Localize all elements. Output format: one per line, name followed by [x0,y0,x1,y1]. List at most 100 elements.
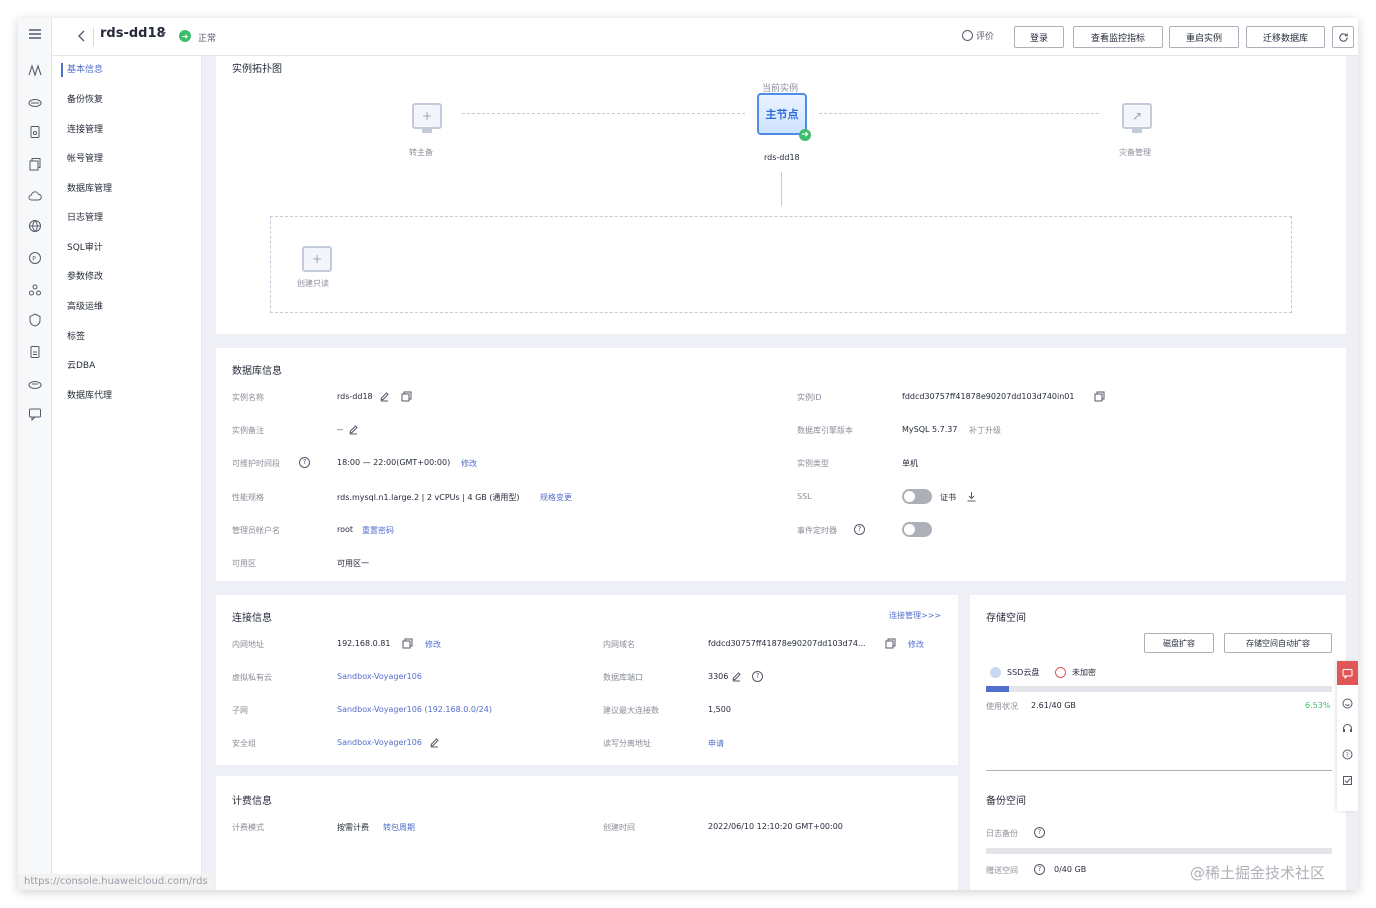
globe-icon[interactable] [25,216,45,236]
menu-icon[interactable] [25,24,45,44]
help-icon[interactable]: ? [752,671,763,682]
copy-service-icon[interactable] [25,154,45,174]
svg-text:P: P [32,255,36,262]
edit-ip-link[interactable]: 修改 [425,639,441,650]
primary-node-label: 主节点 [765,108,799,121]
sidebar-item-basic-info[interactable]: 基本信息 [67,63,103,77]
primary-node[interactable]: 主节点 [757,93,807,135]
apply-rw-split-link[interactable]: 申请 [708,738,724,749]
copy-icon[interactable] [401,391,412,402]
sidebar-item-sql-audit[interactable]: SQL审计 [67,241,103,255]
maintenance-window-label: 可维护时间段 [232,459,280,468]
edit-icon[interactable] [348,424,359,435]
free-space-label: 赠送空间 [986,866,1018,875]
edit-maintenance-link[interactable]: 修改 [461,458,477,469]
to-yearly-monthly-link[interactable]: 转包周期 [383,822,415,833]
checklist-icon[interactable] [1342,775,1353,786]
copy-icon[interactable] [1094,391,1105,402]
migrate-db-button[interactable]: 迁移数据库 [1246,26,1325,48]
edit-icon[interactable] [429,737,440,748]
login-button[interactable]: 登录 [1014,26,1064,48]
dashboard-icon[interactable] [25,60,45,80]
sidebar-item-connection[interactable]: 连接管理 [67,123,103,137]
subnet-label: 子网 [232,706,248,715]
view-metrics-button[interactable]: 查看监控指标 [1073,26,1163,48]
readonly-zone [270,216,1292,313]
instance-type-value: 单机 [902,459,918,468]
status-running-icon: ➜ [179,30,191,42]
sidebar-item-db-proxy[interactable]: 数据库代理 [67,389,112,403]
download-icon[interactable] [966,491,977,502]
sidebar-item-databases[interactable]: 数据库管理 [67,182,112,196]
edit-icon[interactable] [731,671,742,682]
reset-password-link[interactable]: 重置密码 [362,525,394,536]
patch-upgrade-link[interactable]: 补丁升级 [969,425,1001,436]
private-ip-label: 内网地址 [232,640,264,649]
event-scheduler-toggle[interactable] [902,522,932,537]
message-icon[interactable] [25,404,45,424]
reboot-button[interactable]: 重启实例 [1169,26,1239,48]
max-connections-value: 1,500 [708,705,731,714]
sidebar-item-cloud-dba[interactable]: 云DBA [67,359,95,373]
rate-button[interactable]: 评价 [962,29,994,42]
smiley-icon[interactable] [1342,698,1353,709]
connection-management-link[interactable]: 连接管理>>> [889,610,941,621]
subnet-link[interactable]: Sandbox-Voyager106 (192.168.0.0/24) [337,705,492,714]
rate-label: 评价 [976,32,995,42]
billing-mode-label: 计费模式 [232,823,264,832]
db-port-label: 数据库端口 [603,673,643,682]
topology-title: 实例拓扑图 [232,64,282,75]
encryption-status: 未加密 [1072,668,1096,677]
cloud-icon[interactable] [25,186,45,206]
security-group-link[interactable]: Sandbox-Voyager106 [337,738,422,747]
cloud-server-icon[interactable] [25,92,45,112]
storage-panel: 存储空间 磁盘扩容 存储空间自动扩容 SSD云盘 未加密 使用状况 2.61/4… [970,595,1346,890]
copy-icon[interactable] [885,638,896,649]
help-icon[interactable]: ? [299,457,310,468]
create-readonly-node[interactable]: + [302,246,332,272]
security-icon[interactable] [25,310,45,330]
copy-icon[interactable] [402,638,413,649]
ssl-toggle[interactable] [902,489,932,504]
edit-domain-link[interactable]: 修改 [908,639,924,650]
change-spec-link[interactable]: 规格变更 [540,492,572,503]
status-text: 正常 [198,34,217,44]
vpc-link[interactable]: Sandbox-Voyager106 [337,672,422,681]
sidebar-item-tags[interactable]: 标签 [67,330,85,344]
sidebar-item-logs[interactable]: 日志管理 [67,211,103,225]
sidebar-item-backup[interactable]: 备份恢复 [67,93,103,107]
refresh-button[interactable] [1332,26,1354,48]
billing-mode-value: 按需计费 [337,823,369,832]
add-standby-node[interactable]: + [412,103,442,129]
document-icon[interactable] [25,342,45,362]
edit-icon[interactable] [379,391,390,402]
help-icon[interactable]: ? [1034,864,1045,875]
feedback-button[interactable] [1337,661,1358,685]
help-icon[interactable]: ? [1034,827,1045,838]
auto-expand-button[interactable]: 存储空间自动扩容 [1224,633,1332,653]
topology-link-right [819,113,1099,114]
back-icon[interactable] [74,28,90,44]
sidebar-item-accounts[interactable]: 帐号管理 [67,152,103,166]
side-nav: 基本信息 备份恢复 连接管理 帐号管理 数据库管理 日志管理 SQL审计 参数修… [52,56,202,890]
database-icon[interactable] [25,374,45,394]
ip-icon[interactable]: P [25,248,45,268]
node-stand [1132,129,1142,133]
topology-link-down [781,172,782,206]
storage-usage-fill [986,686,1009,692]
dr-node[interactable]: ↗ [1122,103,1152,129]
sidebar-item-parameters[interactable]: 参数修改 [67,270,103,284]
private-ip-value: 192.168.0.81 [337,639,391,648]
top-bar: rds-dd18 ➜ 正常 评价 登录 查看监控指标 重启实例 迁移数据库 [52,18,1358,56]
disk-expand-button[interactable]: 磁盘扩容 [1144,633,1214,653]
headset-icon[interactable] [1342,723,1353,734]
max-connections-label: 建议最大连接数 [603,706,659,715]
backup-usage-bar [986,848,1332,854]
help-icon[interactable]: ? [1342,749,1353,760]
db-info-title: 数据库信息 [232,366,282,377]
chevron-down-icon[interactable] [160,32,166,36]
help-icon[interactable]: ? [854,524,865,535]
sidebar-item-advanced-ops[interactable]: 高级运维 [67,300,103,314]
storage-icon[interactable] [25,122,45,142]
cluster-icon[interactable] [25,280,45,300]
